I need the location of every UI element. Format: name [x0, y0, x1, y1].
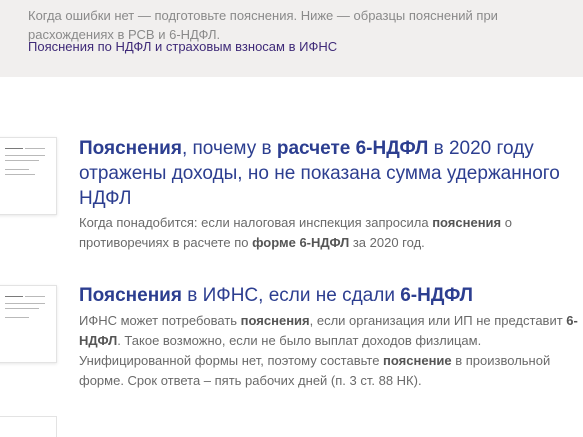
highlighted-text: пояснения [240, 313, 310, 328]
highlighted-text: 6-НДФЛ [400, 285, 473, 306]
text-segment: за 2020 год. [349, 235, 425, 250]
next-document-thumbnail-icon[interactable] [0, 416, 57, 437]
article-title-link[interactable]: Пояснения в ИФНС, если не сдали 6-НДФЛ [79, 283, 579, 308]
highlighted-text: Пояснения [79, 138, 182, 159]
highlighted-text: пояснения [432, 215, 502, 230]
article-description: Когда понадобится: если налоговая инспек… [79, 213, 579, 253]
text-segment: ИФНС может потребовать [79, 313, 241, 328]
article-title-link[interactable]: Пояснения, почему в расчете 6-НДФЛ в 202… [79, 136, 579, 211]
document-thumbnail-icon[interactable] [0, 137, 57, 215]
intro-panel: Когда ошибки нет — подготовьте пояснения… [0, 0, 583, 77]
text-segment: , почему в [181, 138, 277, 159]
highlighted-text: расчете 6-НДФЛ [276, 138, 429, 159]
text-segment: Когда понадобится: если налоговая инспек… [79, 215, 433, 230]
document-thumbnail-icon[interactable] [0, 285, 57, 363]
highlighted-text: пояснение [383, 353, 452, 368]
ndfl-insurance-explanations-link[interactable]: Пояснения по НДФЛ и страховым взносам в … [28, 38, 337, 55]
highlighted-text: форме 6-НДФЛ [252, 235, 350, 250]
text-segment: , если организация или ИП не представит [309, 313, 567, 328]
highlighted-text: Пояснения [79, 285, 182, 306]
article-description: ИФНС может потребовать пояснения, если о… [79, 311, 579, 391]
text-segment: в ИФНС, если не сдали [181, 285, 401, 306]
